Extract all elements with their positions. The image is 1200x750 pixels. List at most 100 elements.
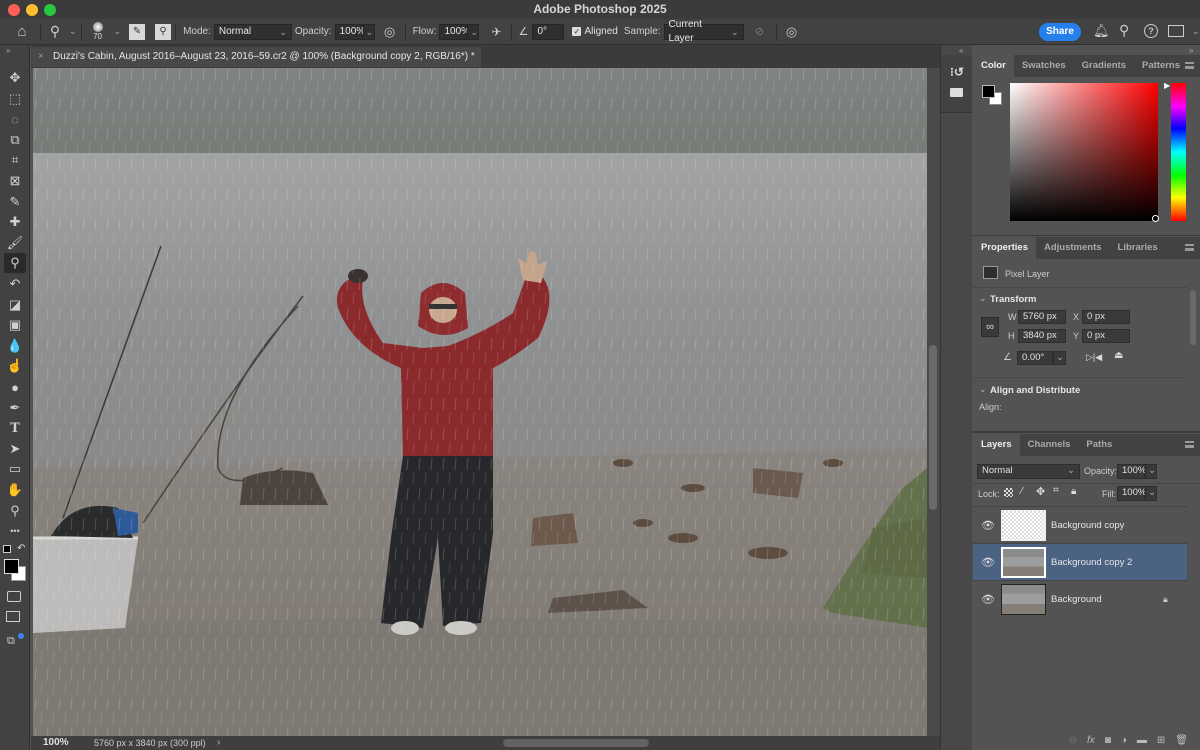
tab-properties[interactable]: Properties [973, 237, 1036, 259]
tab-layers[interactable]: Layers [973, 434, 1020, 456]
brush-settings-panel-icon[interactable]: ✎ [129, 23, 146, 40]
zoom-tool[interactable]: ⚲ [4, 501, 26, 521]
pressure-size-icon[interactable]: ◎ [781, 24, 803, 40]
add-mask-icon[interactable]: ◙ [1105, 735, 1111, 746]
flow-dropdown[interactable]: ⌄ [467, 23, 480, 40]
mode-select[interactable]: Normal ⌄ [213, 23, 292, 40]
collapse-panels-icon[interactable]: « [959, 46, 963, 55]
visibility-eye-icon[interactable]: 👁︎ [981, 556, 995, 569]
ignore-adjustment-layers-icon[interactable]: ⊘ [748, 25, 772, 38]
frame-tool[interactable]: ⊠ [4, 171, 26, 191]
panel-menu-icon[interactable] [1185, 244, 1194, 251]
history-brush-tool[interactable]: ↶ [4, 274, 26, 294]
rotation-dropdown[interactable]: ⌄ [1053, 351, 1066, 365]
hue-slider[interactable] [1171, 83, 1186, 221]
document-canvas[interactable] [33, 68, 927, 736]
layer-row[interactable]: 👁︎ Background copy [973, 506, 1187, 543]
workspace-icon[interactable] [1168, 25, 1184, 37]
blur-tool[interactable]: 💧 [4, 336, 26, 356]
dodge-tool[interactable]: ● [4, 377, 26, 397]
expand-panels-icon[interactable]: » [1189, 46, 1193, 55]
transform-section-title[interactable]: Transform [990, 294, 1036, 305]
chevron-down-icon[interactable]: ⌄ [69, 26, 77, 37]
object-selection-tool[interactable]: ⧉ [4, 130, 26, 150]
clone-stamp-tool[interactable]: ⚲ [4, 253, 26, 274]
new-layer-icon[interactable]: ⊞ [1157, 735, 1165, 746]
layer-effects-icon[interactable]: fx [1087, 735, 1095, 746]
foreground-color-chip[interactable] [982, 85, 995, 98]
clone-source-panel-icon[interactable]: ⚲ [155, 23, 172, 40]
smudge-tool[interactable]: ☝ [4, 356, 26, 376]
lock-image-pixels-icon[interactable]: ⁄ [1021, 486, 1023, 497]
layer-row[interactable]: 👁︎ Background 🔒︎ [973, 580, 1187, 617]
path-selection-tool[interactable]: ➤ [4, 439, 26, 459]
visibility-eye-icon[interactable]: 👁︎ [981, 519, 995, 532]
tab-gradients[interactable]: Gradients [1074, 55, 1134, 77]
y-input[interactable]: 0 px [1082, 329, 1130, 343]
quick-mask-icon[interactable] [7, 591, 21, 602]
color-field[interactable] [1010, 83, 1158, 221]
comments-icon[interactable] [950, 88, 963, 97]
flip-horizontal-icon[interactable]: ▷|◀ [1086, 352, 1102, 363]
crop-tool[interactable]: ⌗ [4, 150, 26, 170]
tab-libraries[interactable]: Libraries [1110, 237, 1166, 259]
clone-stamp-preset-icon[interactable]: ⚲ [45, 23, 65, 40]
link-layers-icon[interactable]: ⊖ [1069, 735, 1077, 746]
angle-input[interactable]: 0° [532, 23, 565, 40]
rectangle-tool[interactable]: ▭ [4, 459, 26, 479]
close-window-button[interactable] [8, 4, 20, 16]
aligned-checkbox[interactable]: ✓ [572, 27, 582, 36]
layer-row[interactable]: 👁︎ Background copy 2 [973, 543, 1187, 580]
lock-position-icon[interactable]: ✥ [1036, 485, 1045, 498]
horizontal-scroll-thumb[interactable] [503, 739, 649, 747]
align-section-title[interactable]: Align and Distribute [990, 385, 1080, 396]
opacity-dropdown[interactable]: ⌄ [362, 23, 375, 40]
width-input[interactable]: 5760 px [1018, 310, 1066, 324]
chevron-down-icon[interactable]: ⌄ [979, 384, 987, 395]
screen-mode-icon[interactable] [6, 611, 20, 622]
share-button[interactable]: Share [1039, 23, 1081, 41]
chevron-right-icon[interactable]: › [217, 736, 220, 750]
sample-select[interactable]: Current Layer ⌄ [663, 19, 744, 44]
type-tool[interactable]: T [4, 418, 26, 438]
layer-thumbnail[interactable] [1001, 510, 1046, 541]
pen-tool[interactable]: ✒ [4, 398, 26, 418]
rotation-input[interactable]: 0.00° [1017, 351, 1053, 365]
brush-preset-picker[interactable]: 70 [86, 22, 110, 41]
tab-patterns[interactable]: Patterns [1134, 55, 1188, 77]
link-dimensions-icon[interactable]: ∞ [981, 317, 999, 337]
minimize-window-button[interactable] [26, 4, 38, 16]
panel-menu-icon[interactable] [1185, 441, 1194, 448]
tab-adjustments[interactable]: Adjustments [1036, 237, 1110, 259]
more-tools[interactable]: ••• [4, 521, 26, 541]
default-colors-icon[interactable] [3, 545, 11, 553]
lock-artboard-icon[interactable]: ⌗ [1053, 485, 1059, 496]
search-icon[interactable]: ⚲ [1119, 22, 1129, 39]
layer-thumbnail[interactable] [1001, 547, 1046, 578]
zoom-level[interactable]: 100% [43, 736, 69, 750]
adjustment-layer-icon[interactable]: ◑ [1121, 735, 1127, 746]
help-icon[interactable]: ? [1144, 24, 1158, 38]
eyedropper-tool[interactable]: ✎ [4, 192, 26, 212]
generative-icon[interactable]: ⧉ [7, 635, 15, 648]
eraser-tool[interactable]: ◪ [4, 295, 26, 315]
flip-vertical-icon[interactable]: ⏏ [1114, 350, 1123, 361]
document-tab[interactable]: × Duzzi's Cabin, August 2016–August 23, … [31, 47, 481, 67]
notifications-bell-icon[interactable]: 🔔︎ [1093, 23, 1110, 39]
hue-slider-handle[interactable]: ▶ [1164, 81, 1170, 90]
chevron-down-icon[interactable]: ⌄ [979, 293, 987, 304]
quick-selection-tool[interactable]: ◌ [4, 109, 26, 129]
layer-opacity-dropdown[interactable]: ⌄ [1145, 464, 1157, 479]
expand-toolbar-icon[interactable]: » [6, 46, 10, 55]
swap-colors-icon[interactable]: ↶ [17, 543, 25, 554]
spot-healing-tool[interactable]: ✚ [4, 212, 26, 232]
vertical-scroll-thumb[interactable] [929, 345, 937, 510]
marquee-tool[interactable]: ⬚ [4, 89, 26, 109]
visibility-eye-icon[interactable]: 👁︎ [981, 593, 995, 606]
blend-mode-select[interactable]: Normal ⌄ [977, 464, 1080, 479]
color-picker-handle[interactable] [1152, 215, 1159, 222]
tab-channels[interactable]: Channels [1020, 434, 1079, 456]
history-icon[interactable]: ⁝↺ [950, 65, 964, 79]
opacity-input[interactable]: 100% [334, 23, 365, 40]
maximize-window-button[interactable] [44, 4, 56, 16]
